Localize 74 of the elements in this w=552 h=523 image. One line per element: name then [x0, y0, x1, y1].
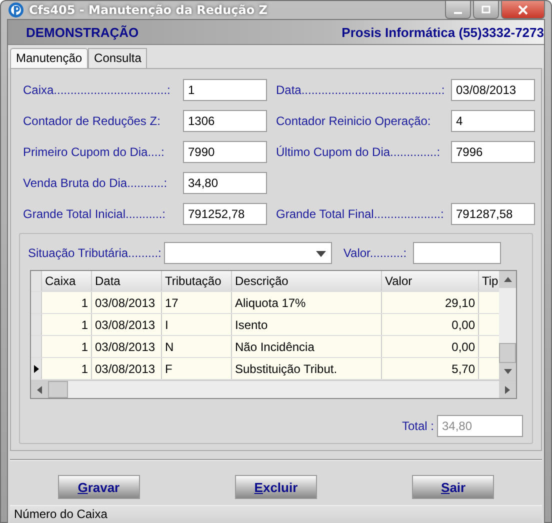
row-indicator[interactable]	[31, 358, 42, 379]
input-field[interactable]: 1306	[183, 110, 267, 132]
down-arrow-icon	[504, 369, 512, 374]
table-cell: Substituição Tribut.	[232, 358, 382, 379]
total-label: Total :	[402, 419, 434, 433]
table-cell: Aliquota 17%	[232, 292, 382, 313]
close-button[interactable]	[501, 1, 545, 19]
up-arrow-icon	[504, 277, 512, 282]
right-arrow-icon	[505, 386, 510, 394]
input-field[interactable]: 03/08/2013	[451, 79, 535, 101]
table-cell: 03/08/2013	[92, 358, 162, 379]
column-header[interactable]: Caixa	[42, 271, 92, 291]
close-icon	[518, 4, 528, 14]
window-title: Cfs405 - Manutenção da Redução Z	[29, 3, 268, 17]
field-label: Situação Tributária.........:	[28, 246, 162, 260]
column-header[interactable]: Data	[92, 271, 162, 291]
field-label: Grande Total Final....................:	[276, 207, 445, 221]
table-cell: 17	[162, 292, 232, 313]
input-field[interactable]: 1	[183, 79, 267, 101]
company-name: DEMONSTRAÇÃO	[26, 24, 139, 40]
field-label: Venda Bruta do Dia...........:	[23, 176, 168, 190]
table-cell: 0,00	[382, 336, 479, 357]
status-text: Número do Caixa	[14, 507, 108, 521]
field-label: Caixa..................................:	[23, 83, 172, 97]
table-cell: N	[162, 336, 232, 357]
table-cell: 03/08/2013	[92, 314, 162, 335]
table-cell: 1	[42, 292, 92, 313]
table-cell: 03/08/2013	[92, 336, 162, 357]
field-label: Valor..........:	[343, 246, 407, 260]
table-cell: F	[162, 358, 232, 379]
table-cell: 03/08/2013	[92, 292, 162, 313]
table-cell: 0,00	[382, 314, 479, 335]
input-field[interactable]: 791252,78	[183, 203, 267, 225]
scroll-thumb[interactable]	[48, 381, 68, 398]
input-field[interactable]: 791287,58	[451, 203, 535, 225]
vertical-scrollbar[interactable]	[499, 271, 516, 380]
field-label: Último Cupom do Dia..............:	[276, 145, 442, 159]
field-label: Primeiro Cupom do Dia....:	[23, 145, 166, 159]
action-button[interactable]: Gravar	[58, 475, 140, 499]
tab[interactable]: Consulta	[88, 48, 148, 68]
table-cell: Isento	[232, 314, 382, 335]
input-field[interactable]: 4	[451, 110, 535, 132]
tab[interactable]: Manutenção	[10, 48, 88, 68]
table-cell: 29,10	[382, 292, 479, 313]
table-cell: Não Incidência	[232, 336, 382, 357]
horizontal-scrollbar[interactable]	[31, 380, 516, 398]
table-cell: 1	[42, 314, 92, 335]
table-cell: 1	[42, 336, 92, 357]
scroll-thumb[interactable]	[499, 343, 516, 363]
column-header[interactable]: Descrição	[232, 271, 382, 291]
table-cell: 1	[42, 358, 92, 379]
table-cell: I	[162, 314, 232, 335]
left-arrow-icon	[37, 386, 42, 394]
field-label: Contador de Reduções Z:	[23, 114, 162, 128]
maximize-icon	[481, 4, 491, 14]
minimize-button[interactable]	[445, 1, 471, 19]
dropdown-field[interactable]	[164, 242, 332, 264]
column-header[interactable]: Tributação	[162, 271, 232, 291]
vendor-info: Prosis Informática (55)3332-7273	[342, 24, 544, 40]
action-button[interactable]: Excluir	[234, 475, 317, 499]
app-logo-icon	[8, 2, 24, 18]
minimize-icon	[454, 12, 462, 14]
input-field[interactable]	[412, 242, 501, 264]
caret-icon	[316, 251, 326, 257]
maximize-button[interactable]	[473, 1, 499, 19]
field-label: Grande Total Inicial...........:	[23, 207, 167, 221]
field-label: Data..........................................:	[276, 83, 446, 97]
field-label: Contador Reinicio Operação:	[276, 114, 432, 128]
table-cell: 5,70	[382, 358, 479, 379]
action-button[interactable]: Sair	[412, 475, 494, 499]
column-header[interactable]: Valor	[382, 271, 479, 291]
input-field[interactable]: 7990	[183, 141, 267, 163]
input-field[interactable]: 7996	[451, 141, 535, 163]
input-field[interactable]: 34,80	[183, 172, 267, 194]
